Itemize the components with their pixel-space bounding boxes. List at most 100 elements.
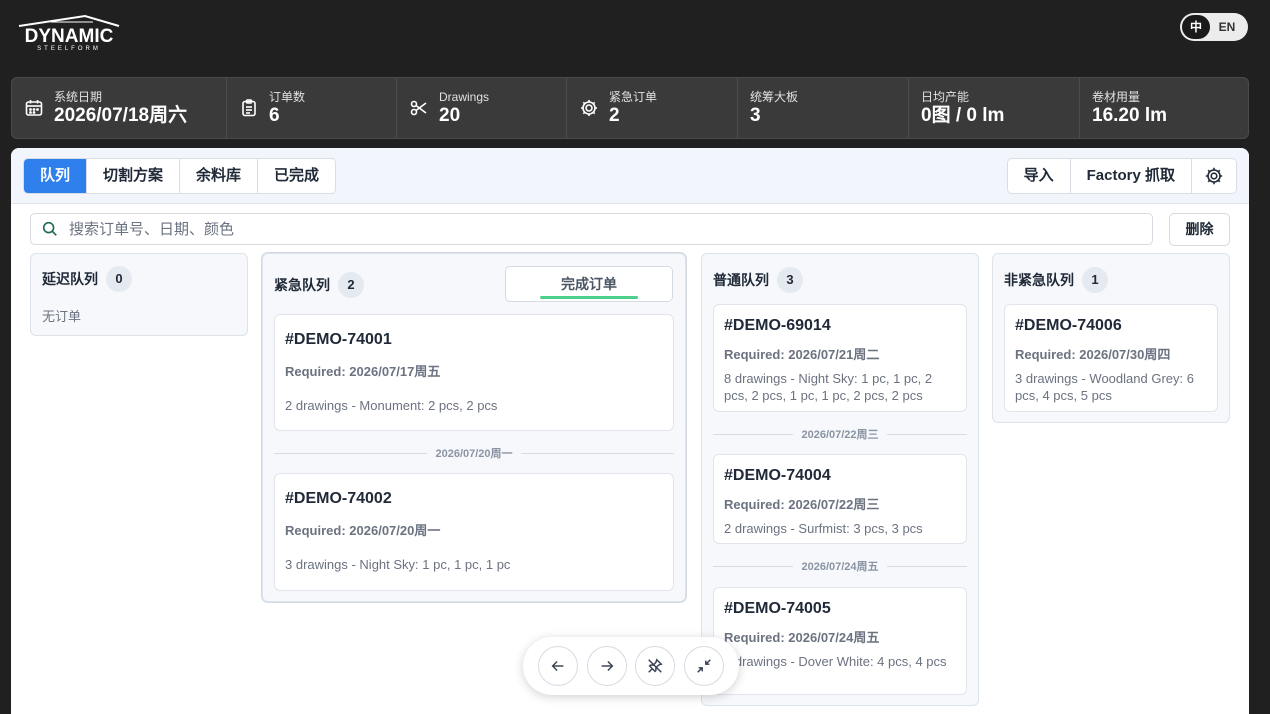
- column-header: 延迟队列 0: [42, 266, 132, 292]
- search-icon: [42, 221, 57, 236]
- date-separator: 2026/07/24周五: [713, 559, 967, 573]
- order-required-date: Required: 2026/07/30周四: [1015, 347, 1171, 362]
- toolbar-actions: 导入 Factory 抓取: [1006, 158, 1237, 194]
- stat-master-boards: 统筹大板 3: [738, 78, 909, 138]
- separator-date: 2026/07/24周五: [801, 561, 879, 573]
- column-title: 普通队列: [713, 272, 769, 288]
- order-card[interactable]: #DEMO-74006 Required: 2026/07/30周四 3 dra…: [1004, 304, 1218, 412]
- order-card[interactable]: #DEMO-69014 Required: 2026/07/21周二 8 dra…: [713, 304, 967, 412]
- order-description: 3 drawings - Woodland Grey: 6 pcs, 4 pcs…: [1015, 371, 1194, 403]
- tab-remnant-library[interactable]: 余料库: [180, 159, 259, 193]
- delete-button[interactable]: 删除: [1169, 213, 1230, 246]
- stat-drawings: Drawings 20: [397, 78, 567, 138]
- column-title: 紧急队列: [274, 277, 330, 293]
- stat-label: 系统日期: [54, 89, 103, 104]
- search-box[interactable]: [30, 213, 1153, 245]
- stat-label: 日均产能: [921, 89, 970, 104]
- order-required-date: Required: 2026/07/20周一: [285, 523, 441, 538]
- stat-urgent-orders: 紧急订单 2: [567, 78, 738, 138]
- progress-bar: [540, 296, 638, 299]
- normal-queue-column: 普通队列 3 #DEMO-69014 Required: 2026/07/21周…: [701, 253, 979, 706]
- stat-value: 0图 / 0 lm: [921, 104, 1005, 126]
- urgent-queue-column: 紧急队列 2 完成订单 #DEMO-74001 Required: 2026/0…: [262, 253, 686, 602]
- order-card[interactable]: #DEMO-74004 Required: 2026/07/22周三 2 dra…: [713, 454, 967, 544]
- complete-order-label: 完成订单: [561, 276, 617, 292]
- brand-name: DYNAMIC: [25, 26, 114, 47]
- stat-value: 16.20 lm: [1092, 104, 1167, 126]
- stat-label: Drawings: [439, 89, 490, 104]
- complete-order-button[interactable]: 完成订单: [505, 266, 673, 302]
- scrollbar[interactable]: [1259, 0, 1270, 714]
- order-id: #DEMO-74006: [1015, 317, 1122, 334]
- order-id: #DEMO-74005: [724, 600, 831, 617]
- next-button[interactable]: [586, 646, 627, 686]
- main-panel: 队列 切割方案 余料库 已完成 导入 Factory 抓取 删除 延迟队列 0 …: [11, 148, 1249, 714]
- order-required-date: Required: 2026/07/21周二: [724, 347, 880, 362]
- order-card[interactable]: #DEMO-74005 Required: 2026/07/24周五 4 dra…: [713, 587, 967, 695]
- order-id: #DEMO-74004: [724, 467, 831, 484]
- brand-logo[interactable]: DYNAMIC STEELFORM: [11, 12, 127, 52]
- count-badge: 3: [777, 267, 803, 293]
- gear-icon: [579, 98, 599, 118]
- gear-icon: [1205, 167, 1223, 185]
- stat-label: 订单数: [269, 89, 306, 104]
- arrow-right-icon: [601, 660, 614, 672]
- stat-daily-capacity: 日均产能 0图 / 0 lm: [909, 78, 1080, 138]
- collapse-button[interactable]: [684, 646, 725, 686]
- scissors-icon: [409, 98, 429, 118]
- order-id: #DEMO-69014: [724, 317, 831, 334]
- stat-label: 统筹大板: [750, 89, 799, 104]
- column-header: 非紧急队列 1: [1004, 267, 1108, 293]
- date-separator: 2026/07/22周三: [713, 427, 967, 441]
- search-input[interactable]: [69, 220, 1152, 238]
- order-card[interactable]: #DEMO-74002 Required: 2026/07/20周一 3 dra…: [274, 473, 674, 591]
- order-card[interactable]: #DEMO-74001 Required: 2026/07/17周五 2 dra…: [274, 314, 674, 431]
- separator-date: 2026/07/20周一: [435, 448, 513, 460]
- arrow-left-icon: [551, 660, 564, 672]
- column-header: 紧急队列 2: [274, 272, 364, 298]
- prev-button[interactable]: [537, 646, 578, 686]
- column-title: 延迟队列: [42, 271, 98, 287]
- tab-cutting-plan[interactable]: 切割方案: [87, 159, 181, 193]
- order-description: 3 drawings - Night Sky: 1 pc, 1 pc, 1 pc: [285, 557, 511, 572]
- order-description: 2 drawings - Surfmist: 3 pcs, 3 pcs: [724, 521, 923, 536]
- import-button[interactable]: 导入: [1008, 159, 1071, 193]
- lang-en[interactable]: EN: [1210, 15, 1244, 39]
- logo-graphic: DYNAMIC STEELFORM: [18, 14, 120, 52]
- toolbar: 队列 切割方案 余料库 已完成 导入 Factory 抓取: [11, 148, 1249, 204]
- column-title: 非紧急队列: [1004, 272, 1074, 288]
- column-header: 普通队列 3: [713, 267, 803, 293]
- brand-sub: STEELFORM: [37, 46, 101, 52]
- count-badge: 1: [1082, 267, 1108, 293]
- delayed-queue-column: 延迟队列 0 无订单: [30, 253, 248, 336]
- stat-label: 紧急订单: [609, 89, 658, 104]
- stat-value: 6: [269, 104, 280, 126]
- language-toggle[interactable]: 中 EN: [1180, 13, 1248, 41]
- tab-queue[interactable]: 队列: [24, 159, 88, 193]
- clipboard-icon: [239, 98, 259, 118]
- unpin-button[interactable]: [635, 646, 676, 686]
- order-required-date: Required: 2026/07/24周五: [724, 630, 880, 645]
- lang-zh[interactable]: 中: [1182, 15, 1210, 39]
- stat-order-count: 订单数 6: [227, 78, 397, 138]
- stat-value: 3: [750, 104, 761, 126]
- date-separator: 2026/07/20周一: [274, 446, 674, 460]
- stat-value: 20: [439, 104, 461, 126]
- order-description: 4 drawings - Dover White: 4 pcs, 4 pcs: [724, 654, 947, 669]
- order-required-date: Required: 2026/07/17周五: [285, 364, 441, 379]
- factory-fetch-button[interactable]: Factory 抓取: [1071, 159, 1192, 193]
- top-bar: DYNAMIC STEELFORM 中 EN: [0, 0, 1270, 78]
- view-tabs: 队列 切割方案 余料库 已完成: [23, 158, 337, 194]
- stat-label: 卷材用量: [1092, 89, 1141, 104]
- separator-date: 2026/07/22周三: [801, 429, 879, 441]
- stat-value: 2026/07/18周六: [54, 104, 188, 126]
- count-badge: 2: [338, 272, 364, 298]
- order-description: 2 drawings - Monument: 2 pcs, 2 pcs: [285, 398, 498, 413]
- stats-bar: 系统日期 2026/07/18周六 订单数 6 Drawings 20 紧急订单 2 统…: [11, 77, 1249, 139]
- order-id: #DEMO-74001: [285, 331, 392, 348]
- settings-button[interactable]: [1192, 159, 1236, 193]
- tab-completed[interactable]: 已完成: [258, 159, 335, 193]
- non-urgent-queue-column: 非紧急队列 1 #DEMO-74006 Required: 2026/07/30…: [992, 253, 1230, 423]
- minimize-icon: [697, 659, 711, 673]
- order-description: 8 drawings - Night Sky: 1 pc, 1 pc, 2 pc…: [724, 371, 933, 403]
